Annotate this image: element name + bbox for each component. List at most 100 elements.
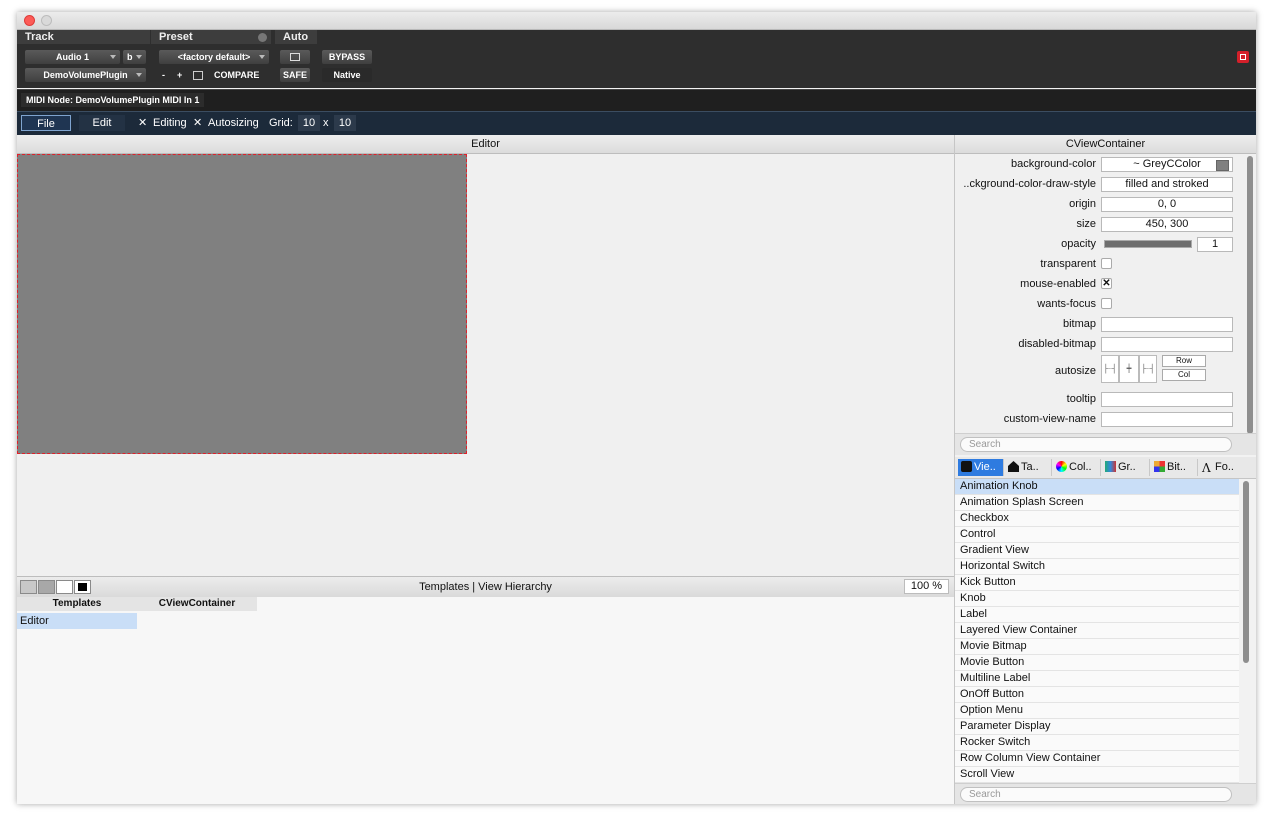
close-window-button[interactable] bbox=[24, 15, 35, 26]
editor-canvas[interactable] bbox=[17, 154, 467, 454]
list-item[interactable]: Movie Button bbox=[955, 655, 1239, 671]
editing-toggle[interactable]: Editing bbox=[153, 115, 187, 131]
grey-background-swatch[interactable] bbox=[38, 580, 55, 594]
black-background-swatch[interactable] bbox=[74, 580, 91, 594]
list-item[interactable]: Row Column View Container bbox=[955, 751, 1239, 767]
edit-menu[interactable]: Edit bbox=[79, 115, 125, 131]
draw-style-field[interactable]: filled and stroked bbox=[1101, 177, 1233, 192]
transparent-checkbox[interactable] bbox=[1101, 258, 1112, 269]
library-search-bar: Search bbox=[955, 783, 1256, 804]
tab-templates[interactable]: Ta.. bbox=[1005, 459, 1052, 476]
compare-button[interactable]: COMPARE bbox=[214, 68, 259, 82]
zoom-field[interactable]: 100 % bbox=[904, 579, 949, 594]
origin-field[interactable]: 0, 0 bbox=[1101, 197, 1233, 212]
track-selector[interactable]: Audio 1 bbox=[25, 50, 120, 64]
list-item[interactable]: Checkbox bbox=[955, 511, 1239, 527]
view-hierarchy-browser: Templates CViewContainer Editor bbox=[17, 597, 954, 804]
minimize-window-button[interactable] bbox=[41, 15, 52, 26]
list-item[interactable]: Knob bbox=[955, 591, 1239, 607]
grid-x-field[interactable]: 10 bbox=[298, 115, 320, 131]
font-icon: Λ bbox=[1202, 461, 1211, 475]
autosize-left-icon[interactable]: ├·┤ bbox=[1101, 355, 1119, 383]
track-letter-selector[interactable]: b bbox=[123, 50, 146, 64]
opacity-slider[interactable] bbox=[1104, 240, 1192, 248]
list-item[interactable]: Layered View Container bbox=[955, 623, 1239, 639]
disabled-bitmap-field[interactable] bbox=[1101, 337, 1233, 352]
list-item[interactable]: Gradient View bbox=[955, 543, 1239, 559]
editor-title: Editor bbox=[17, 135, 954, 154]
tab-views[interactable]: Vie.. bbox=[958, 459, 1004, 476]
prop-background-draw-style: ..ckground-color-draw-style filled and s… bbox=[955, 174, 1239, 194]
plugin-selector[interactable]: DemoVolumePlugin bbox=[25, 68, 146, 82]
previous-preset-button[interactable]: - bbox=[162, 68, 165, 82]
list-item[interactable]: OnOff Button bbox=[955, 687, 1239, 703]
background-color-field[interactable]: ~ GreyCColor bbox=[1101, 157, 1233, 172]
black-square-icon bbox=[78, 583, 87, 591]
list-item[interactable]: Multiline Label bbox=[955, 671, 1239, 687]
inspector-search-input[interactable]: Search bbox=[960, 437, 1232, 452]
automation-window-icon bbox=[290, 53, 300, 61]
list-item[interactable]: Animation Knob bbox=[955, 479, 1239, 495]
bypass-button[interactable]: BYPASS bbox=[322, 50, 372, 64]
tab-bitmaps[interactable]: Bit.. bbox=[1151, 459, 1198, 476]
preset-selector[interactable]: <factory default> bbox=[159, 50, 269, 64]
prop-opacity: opacity 1 bbox=[955, 234, 1239, 254]
house-icon bbox=[1008, 461, 1019, 472]
light-grey-background-swatch[interactable] bbox=[20, 580, 37, 594]
list-item[interactable]: Control bbox=[955, 527, 1239, 543]
copy-settings-icon[interactable] bbox=[193, 71, 203, 80]
inspector-scrollbar[interactable] bbox=[1247, 156, 1253, 434]
color-wheel-icon bbox=[1056, 461, 1067, 472]
library-scrollbar[interactable] bbox=[1243, 481, 1249, 663]
list-item[interactable]: Rocker Switch bbox=[955, 735, 1239, 751]
plugin-alert-icon[interactable] bbox=[1237, 51, 1249, 63]
prop-mouse-enabled: mouse-enabled ✕ bbox=[1020, 278, 1112, 290]
autosizing-toggle[interactable]: Autosizing bbox=[208, 115, 259, 131]
template-row-editor[interactable]: Editor bbox=[17, 613, 137, 629]
list-item[interactable]: Label bbox=[955, 607, 1239, 623]
list-item[interactable]: Scroll View bbox=[955, 767, 1239, 783]
wants-focus-checkbox[interactable] bbox=[1101, 298, 1112, 309]
editing-check-icon[interactable]: ✕ bbox=[138, 115, 147, 131]
prop-wants-focus: wants-focus bbox=[955, 294, 1239, 314]
list-item[interactable]: Movie Bitmap bbox=[955, 639, 1239, 655]
list-item[interactable]: Horizontal Switch bbox=[955, 559, 1239, 575]
view-library-list: Animation Knob Animation Splash Screen C… bbox=[955, 479, 1239, 783]
autosize-row-button[interactable]: Row bbox=[1162, 355, 1206, 367]
cube-icon bbox=[961, 461, 972, 472]
prop-disabled-bitmap: disabled-bitmap bbox=[955, 334, 1239, 354]
white-background-swatch[interactable] bbox=[56, 580, 73, 594]
tab-colors[interactable]: Col.. bbox=[1053, 459, 1101, 476]
title-bar bbox=[17, 12, 1256, 30]
gradient-icon bbox=[1105, 461, 1116, 472]
autosizing-check-icon[interactable]: ✕ bbox=[193, 115, 202, 131]
tab-gradients[interactable]: Gr.. bbox=[1102, 459, 1150, 476]
list-item[interactable]: Kick Button bbox=[955, 575, 1239, 591]
color-swatch bbox=[1216, 160, 1229, 171]
templates-column-header: Templates bbox=[17, 597, 137, 611]
preset-menu-icon[interactable] bbox=[258, 33, 267, 42]
custom-view-name-field[interactable] bbox=[1101, 412, 1233, 427]
next-preset-button[interactable]: + bbox=[177, 68, 182, 82]
prop-tooltip: tooltip bbox=[955, 389, 1239, 409]
size-field[interactable]: 450, 300 bbox=[1101, 217, 1233, 232]
bitmap-field[interactable] bbox=[1101, 317, 1233, 332]
library-search-input[interactable]: Search bbox=[960, 787, 1232, 802]
list-item[interactable]: Option Menu bbox=[955, 703, 1239, 719]
grid-y-field[interactable]: 10 bbox=[334, 115, 356, 131]
prop-bitmap: bitmap bbox=[955, 314, 1239, 334]
list-item[interactable]: Animation Splash Screen bbox=[955, 495, 1239, 511]
tab-fonts[interactable]: Λ Fo.. bbox=[1199, 459, 1254, 476]
opacity-field[interactable]: 1 bbox=[1197, 237, 1233, 252]
list-item[interactable]: Parameter Display bbox=[955, 719, 1239, 735]
file-menu[interactable]: File bbox=[21, 115, 71, 131]
autosize-right-icon[interactable]: ├·┤ bbox=[1139, 355, 1157, 383]
autosize-center-icon[interactable]: ┿ bbox=[1119, 355, 1139, 383]
grid-separator: x bbox=[323, 117, 329, 129]
templates-bar: Templates | View Hierarchy 100 % bbox=[17, 576, 954, 598]
tooltip-field[interactable] bbox=[1101, 392, 1233, 407]
safe-button[interactable]: SAFE bbox=[280, 68, 310, 82]
mouse-enabled-checkbox[interactable]: ✕ bbox=[1101, 278, 1112, 289]
automation-button[interactable] bbox=[280, 50, 310, 64]
autosize-col-button[interactable]: Col bbox=[1162, 369, 1206, 381]
